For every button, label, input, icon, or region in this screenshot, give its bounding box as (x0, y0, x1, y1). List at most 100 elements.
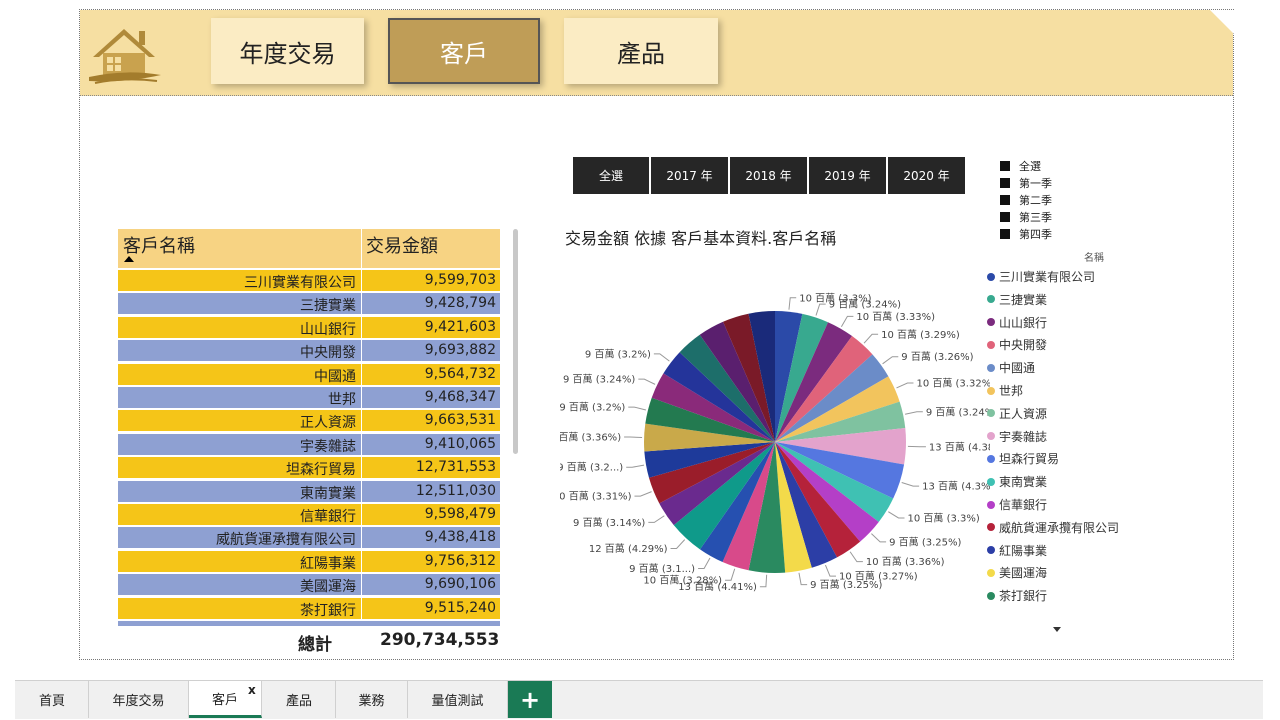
add-page-button[interactable]: + (508, 681, 552, 718)
amount-cell: 9,438,418 (424, 529, 496, 546)
legend-swatch-icon (987, 272, 995, 281)
legend-item[interactable]: 正人資源 (987, 405, 1047, 422)
legend-label: 東南實業 (999, 475, 1048, 490)
column-header-customer-name[interactable]: 客戶名稱 (123, 232, 195, 258)
column-header-amount[interactable]: 交易金額 (366, 232, 438, 258)
table-row[interactable]: 東南實業 12,511,030 (118, 480, 500, 502)
legend-item[interactable]: 宇奏雜誌 (987, 428, 1047, 445)
tab-home[interactable]: 首頁 (16, 681, 89, 718)
leader-line (824, 564, 836, 577)
year-slicer-2017[interactable]: 2017 年 (651, 157, 728, 194)
nav-product-button[interactable]: 產品 (564, 18, 718, 84)
leader-line (653, 353, 670, 362)
table-row[interactable]: 信華銀行 9,598,479 (118, 504, 500, 525)
customer-name-cell: 信華銀行 (300, 509, 356, 525)
quarter-slicer-q4[interactable]: 第四季 (1000, 226, 1052, 242)
table-row[interactable]: 坦森行貿易 12,731,553 (118, 457, 500, 479)
customer-name-cell: 山山銀行 (300, 321, 356, 338)
year-slicer-2018[interactable]: 2018 年 (730, 157, 807, 194)
table-row[interactable]: 中央開發 9,693,882 (118, 340, 500, 362)
data-label: 10 百萬 (3.32%) (916, 377, 990, 390)
checkbox-icon[interactable] (1000, 178, 1010, 188)
tab-measure-test[interactable]: 量值測試 (408, 681, 508, 718)
legend-item[interactable]: 坦森行貿易 (987, 450, 1059, 467)
data-label: 9 百萬 (3.26%) (901, 350, 973, 363)
table-row[interactable]: 世邦 9,468,347 (118, 387, 500, 408)
cell-divider (361, 597, 362, 619)
table-row[interactable]: 山山銀行 9,421,603 (118, 316, 500, 338)
legend-swatch-icon (987, 318, 995, 327)
legend-label: 正人資源 (999, 406, 1048, 421)
legend-item[interactable]: 茶打銀行 (987, 587, 1047, 604)
legend-item[interactable]: 中國通 (987, 359, 1035, 376)
pie-chart[interactable]: 10 百萬 (3.3%)9 百萬 (3.24%)10 百萬 (3.33%)10 … (560, 280, 990, 610)
quarter-slicer-q1[interactable]: 第一季 (1000, 175, 1052, 191)
legend-item[interactable]: 三川實業有限公司 (987, 268, 1095, 285)
customer-name-cell: 世邦 (328, 392, 356, 408)
checkbox-icon[interactable] (1000, 229, 1010, 239)
leader-line (788, 297, 797, 310)
legend-item[interactable]: 中央開發 (987, 336, 1047, 353)
checkbox-icon[interactable] (1000, 195, 1010, 205)
house-logo-icon (89, 29, 161, 84)
cell-divider (361, 293, 362, 315)
table-row[interactable]: 宇奏雜誌 9,410,065 (118, 433, 500, 455)
table-row[interactable]: 茶打銀行 9,515,240 (118, 597, 500, 619)
table-row[interactable]: 紅陽事業 9,756,312 (118, 550, 500, 572)
legend-item[interactable]: 山山銀行 (987, 314, 1047, 331)
nav-annual-trade-button[interactable]: 年度交易 (211, 18, 364, 84)
amount-cell: 9,421,603 (424, 318, 496, 335)
legend-item[interactable]: 信華銀行 (987, 496, 1047, 513)
leader-line (648, 515, 665, 523)
tab-product[interactable]: 產品 (263, 681, 336, 718)
leader-line (725, 568, 736, 581)
table-scrollbar[interactable] (513, 229, 518, 454)
legend-item[interactable]: 東南實業 (987, 473, 1047, 490)
table-row[interactable]: 威航貨運承攬有限公司 9,438,418 (118, 527, 500, 549)
legend-item[interactable]: 世邦 (987, 382, 1023, 399)
legend-label: 宇奏雜誌 (999, 429, 1048, 444)
nav-customer-button[interactable]: 客戶 (388, 18, 540, 84)
year-slicer-2019[interactable]: 2019 年 (809, 157, 886, 194)
table-row[interactable]: 中國通 9,564,732 (118, 363, 500, 385)
data-label: 9 百萬 (3.24%) (563, 373, 635, 386)
customer-name-cell: 威航貨運承攬有限公司 (216, 532, 356, 549)
legend-label: 威航貨運承攬有限公司 (999, 520, 1120, 535)
leader-line (798, 572, 808, 586)
legend-item[interactable]: 威航貨運承攬有限公司 (987, 519, 1119, 536)
table-row[interactable]: 三川實業有限公司 9,599,703 (118, 270, 500, 291)
table-row[interactable]: 三捷實業 9,428,794 (118, 293, 500, 315)
customer-name-cell: 正人資源 (300, 415, 356, 432)
checkbox-icon[interactable] (1000, 212, 1010, 222)
year-slicer-2020[interactable]: 2020 年 (888, 157, 965, 194)
sort-ascending-icon[interactable] (124, 256, 134, 262)
tab-annual-trade[interactable]: 年度交易 (89, 681, 189, 718)
data-label: 9 百萬 (3.24%) (926, 405, 990, 418)
checkbox-icon[interactable] (1000, 161, 1010, 171)
year-slicer-all[interactable]: 全選 (573, 157, 649, 194)
close-tab-icon[interactable]: x (248, 683, 256, 697)
quarter-slicer-q3[interactable]: 第三季 (1000, 209, 1052, 225)
tab-sales[interactable]: 業務 (336, 681, 408, 718)
legend-scroll-down-icon[interactable] (1053, 627, 1061, 632)
quarter-slicer-q2[interactable]: 第二季 (1000, 192, 1052, 208)
data-label: 9 百萬 (3.2...) (560, 461, 623, 474)
cell-divider (361, 457, 362, 479)
table-row[interactable]: 正人資源 9,663,531 (118, 410, 500, 432)
legend-item[interactable]: 美國運海 (987, 564, 1047, 581)
amount-cell: 9,428,794 (424, 295, 496, 312)
legend-item[interactable]: 三捷實業 (987, 291, 1047, 308)
total-label: 總計 (298, 635, 332, 655)
customer-name-cell: 中國通 (314, 368, 356, 385)
quarter-slicer-all[interactable]: 全選 (1000, 158, 1041, 174)
legend-label: 三川實業有限公司 (999, 270, 1096, 284)
amount-cell: 9,663,531 (424, 412, 496, 429)
amount-cell: 9,515,240 (424, 599, 496, 616)
table-row[interactable]: 美國運海 9,690,106 (118, 574, 500, 596)
amount-cell: 9,599,703 (424, 272, 496, 288)
legend-item[interactable]: 紅陽事業 (987, 542, 1047, 559)
data-label: 13 百萬 (4.3%) (922, 480, 990, 493)
data-label: 10 百萬 (3.28%) (643, 574, 722, 587)
cell-divider (361, 574, 362, 596)
leader-line (896, 382, 914, 389)
